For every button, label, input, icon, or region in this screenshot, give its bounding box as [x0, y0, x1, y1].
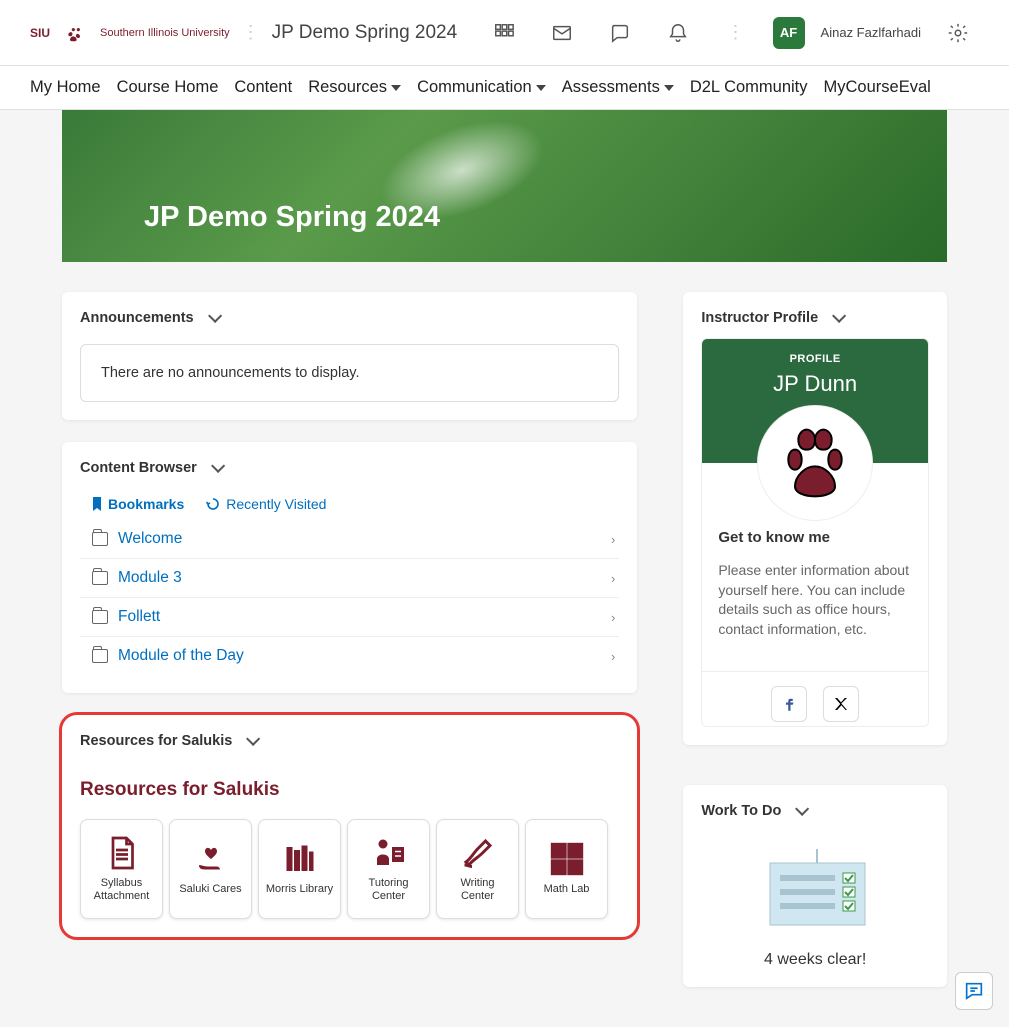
chevron-down-icon [208, 309, 222, 323]
tile-morris-library[interactable]: Morris Library [258, 819, 341, 919]
chevron-down-icon [832, 309, 846, 323]
work-to-do-header[interactable]: Work To Do [701, 803, 929, 819]
work-to-do-illustration [701, 819, 929, 933]
chevron-down-icon [211, 459, 225, 473]
tutor-icon [371, 835, 407, 871]
profile-know-me: Get to know me [718, 529, 830, 546]
content-browser-widget: Content Browser Bookmarks Recently Visit… [62, 442, 637, 693]
chevron-down-icon [795, 802, 809, 816]
document-icon [104, 835, 140, 871]
mail-icon[interactable] [541, 15, 583, 51]
user-avatar[interactable]: AF [773, 17, 805, 49]
course-banner: JP Demo Spring 2024 [62, 110, 947, 262]
nav-my-home[interactable]: My Home [30, 78, 101, 97]
announcements-empty: There are no announcements to display. [80, 344, 619, 402]
profile-header: PROFILE JP Dunn [702, 339, 928, 463]
facebook-button[interactable] [771, 686, 807, 722]
content-item-module-of-the-day[interactable]: Module of the Day › [80, 636, 619, 675]
nav-resources[interactable]: Resources [308, 78, 401, 97]
resources-widget: Resources for Salukis Resources for Salu… [62, 715, 637, 937]
announcements-widget: Announcements There are no announcements… [62, 292, 637, 420]
paw-logo-icon [60, 23, 90, 43]
profile-label: PROFILE [712, 353, 918, 365]
top-bar: SIU Southern Illinois University ⋮ JP De… [0, 0, 1009, 66]
user-name[interactable]: Ainaz Fazlfarhadi [821, 25, 921, 40]
chevron-right-icon: › [611, 649, 615, 664]
tile-syllabus-attachment[interactable]: Syllabus Attachment [80, 819, 163, 919]
profile-name: JP Dunn [712, 371, 918, 397]
chevron-right-icon: › [611, 571, 615, 586]
nav-assessments[interactable]: Assessments [562, 78, 674, 97]
content-item-welcome[interactable]: Welcome › [80, 520, 619, 558]
banner-title: JP Demo Spring 2024 [144, 201, 440, 234]
work-to-do-status: 4 weeks clear! [701, 951, 929, 969]
org-logo[interactable]: SIU Southern Illinois University [30, 23, 230, 43]
divider: ⋮ [242, 22, 260, 43]
chevron-down-icon [664, 85, 674, 91]
chevron-down-icon [391, 85, 401, 91]
tab-recently-visited[interactable]: Recently Visited [206, 496, 326, 512]
tile-math-lab[interactable]: Math Lab [525, 819, 608, 919]
content-item-follett[interactable]: Follett › [80, 597, 619, 636]
chat-icon[interactable] [599, 15, 641, 51]
instructor-profile-title: Instructor Profile [701, 310, 818, 326]
gear-icon[interactable] [937, 15, 979, 51]
profile-avatar [757, 405, 873, 521]
math-icon [549, 841, 585, 877]
content-list: Welcome › Module 3 › Follett › Module of… [80, 520, 619, 675]
work-to-do-widget: Work To Do 4 weeks clear! [683, 785, 947, 987]
nav-course-home[interactable]: Course Home [117, 78, 219, 97]
folder-icon [92, 649, 108, 663]
folder-icon [92, 571, 108, 585]
divider: ⋮ [727, 22, 745, 43]
books-icon [282, 841, 318, 877]
folder-icon [92, 532, 108, 546]
org-name: Southern Illinois University [100, 27, 230, 39]
main-nav: My Home Course Home Content Resources Co… [0, 66, 1009, 110]
nav-mycourseeval[interactable]: MyCourseEval [824, 78, 931, 97]
tile-writing-center[interactable]: Writing Center [436, 819, 519, 919]
bell-icon[interactable] [657, 15, 699, 51]
announcements-title: Announcements [80, 310, 194, 326]
resources-heading: Resources for Salukis [80, 779, 619, 801]
content-browser-header[interactable]: Content Browser [80, 460, 619, 476]
profile-bio: Please enter information about yourself … [718, 561, 912, 639]
tile-tutoring-center[interactable]: Tutoring Center [347, 819, 430, 919]
paw-icon [775, 423, 855, 503]
nav-d2l-community[interactable]: D2L Community [690, 78, 808, 97]
course-title-top[interactable]: JP Demo Spring 2024 [272, 22, 458, 44]
instructor-profile-header[interactable]: Instructor Profile [701, 310, 929, 326]
chevron-down-icon [246, 732, 260, 746]
recent-icon [206, 497, 220, 511]
x-twitter-button[interactable] [823, 686, 859, 722]
tab-bookmarks[interactable]: Bookmarks [92, 496, 184, 512]
content-browser-title: Content Browser [80, 460, 197, 476]
chevron-right-icon: › [611, 610, 615, 625]
chevron-right-icon: › [611, 532, 615, 547]
resources-header[interactable]: Resources for Salukis [80, 733, 619, 749]
pen-icon [460, 835, 496, 871]
bookmark-icon [92, 497, 102, 511]
content-item-module-3[interactable]: Module 3 › [80, 558, 619, 597]
resources-title: Resources for Salukis [80, 733, 232, 749]
nav-content[interactable]: Content [234, 78, 292, 97]
nav-communication[interactable]: Communication [417, 78, 546, 97]
instructor-profile-widget: Instructor Profile PROFILE JP Dunn Get t… [683, 292, 947, 745]
facebook-icon [780, 695, 798, 713]
tile-saluki-cares[interactable]: Saluki Cares [169, 819, 252, 919]
chat-bubble-icon [963, 980, 985, 1002]
apps-icon[interactable] [483, 15, 525, 51]
chevron-down-icon [536, 85, 546, 91]
checklist-icon [745, 845, 885, 933]
work-to-do-title: Work To Do [701, 803, 781, 819]
folder-icon [92, 610, 108, 624]
x-icon [832, 695, 850, 713]
announcements-header[interactable]: Announcements [80, 310, 619, 326]
help-chat-button[interactable] [955, 972, 993, 1010]
heart-hand-icon [193, 841, 229, 877]
